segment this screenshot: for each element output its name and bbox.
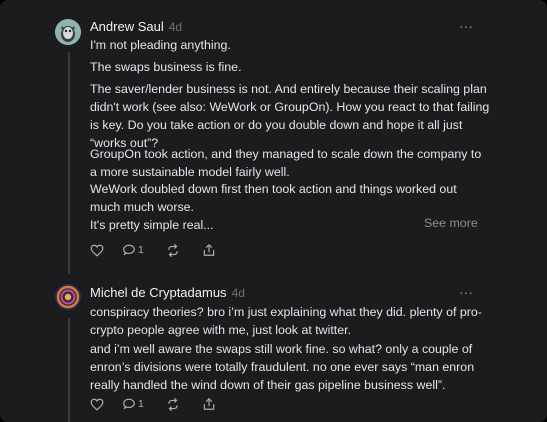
comment-paragraph: conspiracy theories? bro i’m just explai…: [90, 305, 482, 337]
repost-button[interactable]: [166, 395, 180, 413]
share-icon: [203, 398, 215, 410]
reply-button[interactable]: 1: [122, 241, 144, 259]
share-button[interactable]: [202, 395, 216, 413]
comment-paragraph: I'm not pleading anything.: [90, 38, 231, 52]
heart-icon: [90, 398, 104, 411]
reply-button[interactable]: 1: [122, 395, 144, 413]
reply-icon: [123, 244, 135, 255]
share-icon: [203, 244, 215, 256]
comment-paragraph: WeWork doubled down first then took acti…: [90, 182, 457, 214]
avatar[interactable]: [55, 284, 81, 310]
reply-count: 1: [138, 244, 144, 256]
more-icon[interactable]: ···: [459, 285, 473, 299]
author-name[interactable]: Andrew Saul: [90, 19, 164, 34]
comment-time: 4d: [231, 286, 245, 300]
thread-line: [68, 318, 70, 422]
repost-icon: [168, 243, 178, 257]
comment-paragraph: GroupOn took action, and they managed to…: [90, 147, 482, 179]
comment-time: 4d: [168, 20, 183, 34]
like-button[interactable]: [90, 395, 104, 413]
repost-button[interactable]: [166, 241, 180, 259]
more-icon[interactable]: ···: [459, 19, 473, 33]
thread-panel: Andrew Saul 4d ··· I'm not pleading anyth…: [0, 0, 547, 422]
avatar[interactable]: [55, 19, 81, 45]
see-more-link[interactable]: See more: [424, 216, 478, 230]
comment-paragraph: The saver/lender business is not. And en…: [90, 82, 490, 150]
heart-icon: [90, 244, 104, 257]
comment-author[interactable]: Michel de Cryptadamus 4d: [90, 285, 245, 300]
comment-author[interactable]: Andrew Saul 4d: [90, 19, 182, 34]
like-button[interactable]: [90, 241, 104, 259]
comment-paragraph: The swaps business is fine.: [90, 60, 242, 74]
comment-paragraph: and i’m well aware the swaps still work …: [90, 342, 475, 392]
share-button[interactable]: [202, 241, 216, 259]
thread-line: [68, 52, 70, 274]
reply-count: 1: [138, 398, 144, 410]
reply-icon: [123, 398, 135, 409]
repost-icon: [168, 397, 178, 411]
author-name[interactable]: Michel de Cryptadamus: [90, 285, 227, 300]
